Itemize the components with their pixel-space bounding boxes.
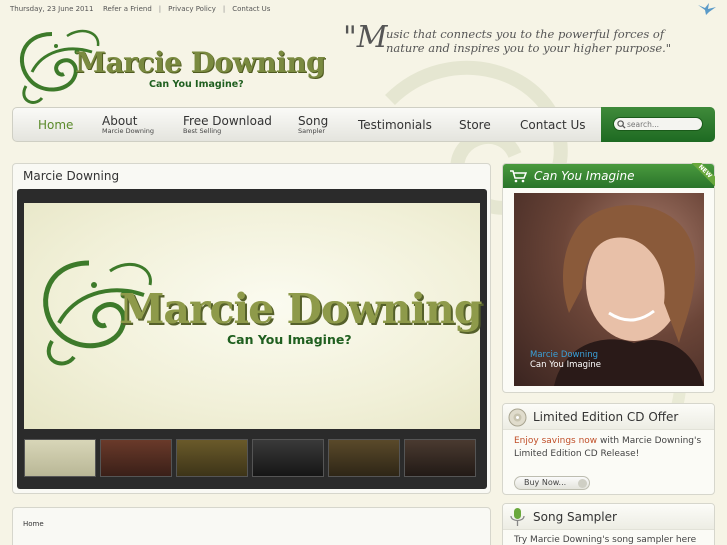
- image-slider: Marcie Downing Can You Imagine?: [17, 189, 487, 489]
- cd-offer-highlight: Enjoy savings now: [514, 436, 598, 446]
- nav-label: Testimonials: [358, 117, 432, 132]
- nav-sublabel: Sampler: [298, 126, 326, 135]
- buy-now-label: Buy Now...: [524, 478, 567, 487]
- cd-offer-title: Limited Edition CD Offer: [533, 410, 679, 424]
- nav-sublabel: Best Selling: [183, 126, 222, 135]
- nav-label: Song: [298, 113, 329, 128]
- nav-free-download[interactable]: Free Download Best Selling: [183, 108, 272, 141]
- featured-panel: Marcie Downing Marcie Downing Can You Im…: [12, 163, 491, 494]
- refer-friend-link[interactable]: Refer a Friend: [103, 5, 152, 13]
- search-input[interactable]: [613, 117, 703, 131]
- song-sampler-header: Song Sampler: [503, 504, 714, 530]
- cart-icon: [510, 170, 527, 183]
- album-cover-subtitle: Can You Imagine: [530, 360, 601, 370]
- nav-about[interactable]: About Marcie Downing: [102, 108, 154, 141]
- album-box: Can You Imagine NEW Marcie Downing Can Y…: [502, 163, 715, 393]
- nav-song-sampler[interactable]: Song Sampler: [298, 108, 328, 141]
- main-nav: Home About Marcie Downing Free Download …: [12, 107, 715, 142]
- site-title[interactable]: Marcie Downing: [75, 46, 326, 79]
- separator: |: [222, 5, 226, 13]
- nav-label: Free Download: [183, 113, 272, 128]
- slider-thumbnail[interactable]: [404, 439, 476, 477]
- album-title[interactable]: Can You Imagine: [534, 169, 634, 183]
- nav-testimonials[interactable]: Testimonials: [358, 108, 432, 141]
- nav-store[interactable]: Store: [459, 108, 491, 141]
- breadcrumb[interactable]: Home: [23, 520, 44, 528]
- microphone-icon: [510, 508, 525, 526]
- nav-label: Store: [459, 117, 491, 132]
- slider-thumbnails: [24, 439, 480, 477]
- buy-now-button[interactable]: Buy Now...: [514, 476, 590, 490]
- slide-image[interactable]: Marcie Downing Can You Imagine?: [24, 203, 483, 429]
- nav-label: About: [102, 113, 138, 128]
- search-area: [601, 107, 715, 142]
- song-sampler-title: Song Sampler: [533, 510, 617, 524]
- top-utility-bar: Thursday, 23 June 2011 Refer a Friend | …: [0, 0, 727, 18]
- panel-title: Marcie Downing: [23, 169, 120, 183]
- nav-sublabel: Marcie Downing: [102, 126, 155, 135]
- slider-thumbnail[interactable]: [24, 439, 96, 477]
- utility-links: Refer a Friend | Privacy Policy | Contac…: [103, 5, 270, 13]
- new-badge: NEW: [689, 163, 715, 189]
- cd-icon: [508, 408, 527, 427]
- slide-title: Marcie Downing: [119, 285, 483, 333]
- album-cover[interactable]: Marcie Downing Can You Imagine: [514, 193, 704, 386]
- song-sampler-box: Song Sampler Try Marcie Downing's song s…: [502, 503, 715, 545]
- slider-thumbnail[interactable]: [252, 439, 324, 477]
- nav-label: Contact Us: [520, 117, 586, 132]
- nav-contact-us[interactable]: Contact Us: [520, 108, 586, 141]
- cd-offer-box: Limited Edition CD Offer Enjoy savings n…: [502, 403, 715, 495]
- new-badge-label: NEW: [689, 163, 715, 189]
- slide-subtitle: Can You Imagine?: [227, 332, 352, 347]
- arrow-icon: [578, 479, 587, 488]
- nav-home[interactable]: Home: [38, 108, 73, 141]
- bird-icon: [698, 3, 716, 15]
- album-cover-name: Marcie Downing: [530, 350, 599, 360]
- contact-us-top-link[interactable]: Contact Us: [232, 5, 270, 13]
- slider-thumbnail[interactable]: [100, 439, 172, 477]
- separator: |: [158, 5, 162, 13]
- cd-offer-text: Enjoy savings now with Marcie Downing's …: [514, 435, 709, 461]
- privacy-policy-link[interactable]: Privacy Policy: [168, 5, 216, 13]
- search-icon: [617, 120, 626, 129]
- slider-thumbnail[interactable]: [328, 439, 400, 477]
- quote-mark: "M: [343, 20, 388, 55]
- album-header: Can You Imagine NEW: [503, 163, 715, 189]
- site-subtitle: Can You Imagine?: [149, 79, 244, 90]
- content-panel: Home: [12, 507, 491, 545]
- cd-offer-header: Limited Edition CD Offer: [503, 404, 714, 430]
- song-sampler-text: Try Marcie Downing's song sampler here o…: [514, 535, 697, 545]
- nav-label: Home: [38, 117, 74, 132]
- slider-thumbnail[interactable]: [176, 439, 248, 477]
- tagline: usic that connects you to the powerful f…: [386, 27, 672, 55]
- current-date: Thursday, 23 June 2011: [10, 5, 94, 13]
